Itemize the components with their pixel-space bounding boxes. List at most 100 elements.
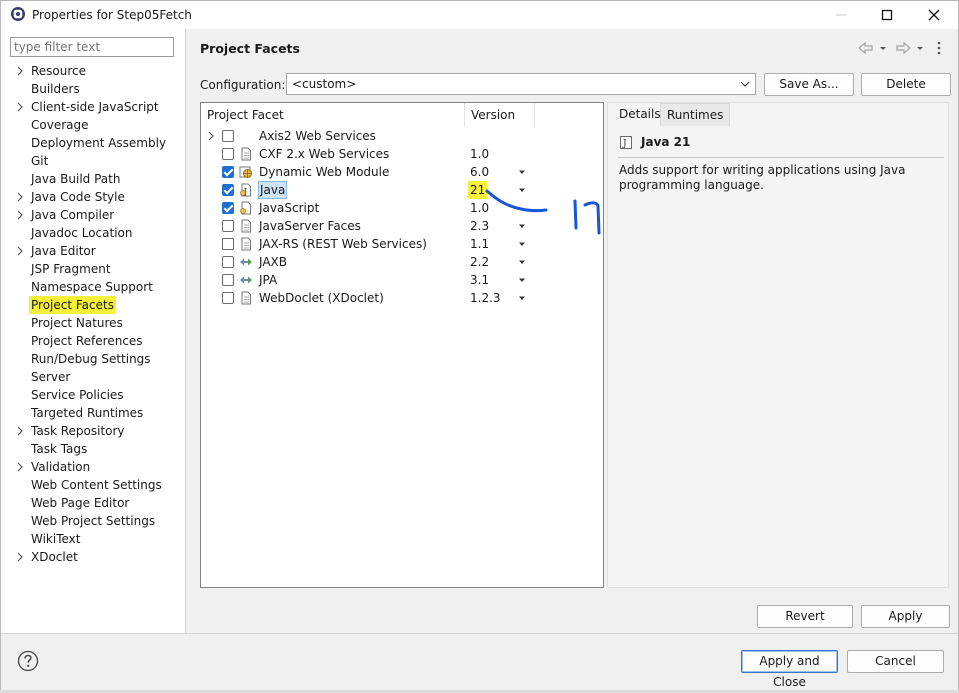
version-dropdown-icon[interactable] [518,235,526,253]
facet-row[interactable]: CXF 2.x Web Services 1.0 [201,145,603,163]
version-dropdown-icon[interactable] [518,217,526,235]
help-icon[interactable] [17,650,39,672]
tree-item[interactable]: Task Repository [1,422,185,440]
tree-item[interactable]: Project References [1,332,185,350]
tree-item[interactable]: Task Tags [1,440,185,458]
chevron-right-icon[interactable] [15,246,25,256]
tree-item-label: Java Compiler [31,208,115,222]
facet-row[interactable]: JAX-RS (REST Web Services) 1.1 [201,235,603,253]
tree-item[interactable]: Namespace Support [1,278,185,296]
facet-version[interactable]: 2.2 [470,253,489,271]
version-dropdown-icon[interactable] [518,181,526,199]
facet-version[interactable]: 3.1 [470,271,489,289]
tree-item[interactable]: Java Editor [1,242,185,260]
cancel-button[interactable]: Cancel [847,650,944,673]
facet-row[interactable]: JAXB 2.2 [201,253,603,271]
facet-version[interactable]: 6.0 [470,163,489,181]
version-dropdown-icon[interactable] [518,271,526,289]
filter-input[interactable] [10,37,174,57]
chevron-right-icon[interactable] [206,131,216,141]
tree-item[interactable]: Coverage [1,116,185,134]
facet-version[interactable]: 1.1 [470,235,489,253]
tree-item[interactable]: Project Natures [1,314,185,332]
tree-item[interactable]: Java Build Path [1,170,185,188]
tree-item[interactable]: Web Project Settings [1,512,185,530]
facet-checkbox[interactable] [222,166,234,178]
tree-item-label: Web Project Settings [31,514,156,528]
facet-checkbox[interactable] [222,202,234,214]
window-title: Properties for Step05Fetch [32,8,192,22]
facet-row[interactable]: JPA 3.1 [201,271,603,289]
tree-item[interactable]: WikiText [1,530,185,548]
tree-item[interactable]: Resource [1,62,185,80]
facet-row[interactable]: JavaServer Faces 2.3 [201,217,603,235]
tree-item[interactable]: Web Page Editor [1,494,185,512]
chevron-right-icon[interactable] [15,426,25,436]
view-menu-icon[interactable] [934,41,944,55]
tree-item[interactable]: Java Code Style [1,188,185,206]
minimize-button[interactable] [818,1,864,29]
chevron-right-icon[interactable] [15,462,25,472]
chevron-right-icon[interactable] [15,102,25,112]
tree-item[interactable]: Client-side JavaScript [1,98,185,116]
version-dropdown-icon[interactable] [518,253,526,271]
facet-row[interactable]: J Java 21 [201,181,603,199]
chevron-right-icon[interactable] [15,552,25,562]
facet-checkbox[interactable] [222,292,234,304]
back-arrow-icon[interactable] [857,41,875,55]
maximize-icon [881,9,893,21]
close-button[interactable] [911,1,957,29]
apply-button[interactable]: Apply [861,605,950,628]
version-dropdown-icon[interactable] [518,289,526,307]
facet-checkbox[interactable] [222,220,234,232]
facet-row[interactable]: Axis2 Web Services [201,127,603,145]
facet-version[interactable]: 1.2.3 [470,289,501,307]
facet-name: JAX-RS (REST Web Services) [259,237,427,251]
facet-row[interactable]: Dynamic Web Module 6.0 [201,163,603,181]
facet-row[interactable]: WebDoclet (XDoclet) 1.2.3 [201,289,603,307]
delete-button[interactable]: Delete [861,73,951,96]
facet-version[interactable]: 2.3 [470,217,489,235]
tree-item[interactable]: Targeted Runtimes [1,404,185,422]
chevron-right-icon[interactable] [15,192,25,202]
back-menu-icon[interactable] [878,41,888,55]
tree-item[interactable]: Java Compiler [1,206,185,224]
tree-item[interactable]: Javadoc Location [1,224,185,242]
column-header-project-facet[interactable]: Project Facet [201,103,465,127]
tree-item[interactable]: Server [1,368,185,386]
facet-checkbox[interactable] [222,274,234,286]
facet-checkbox[interactable] [222,256,234,268]
tree-item[interactable]: Project Facets [1,296,185,314]
version-dropdown-icon[interactable] [518,163,526,181]
tab-runtimes[interactable]: Runtimes [660,103,731,126]
tab-details[interactable]: Details [613,103,667,125]
facet-version[interactable]: 21 [468,181,488,199]
facet-name: JavaScript [259,201,320,215]
chevron-right-icon[interactable] [15,210,25,220]
facet-checkbox[interactable] [222,130,234,142]
facet-checkbox[interactable] [222,184,234,196]
tree-item[interactable]: Validation [1,458,185,476]
tree-item[interactable]: Deployment Assembly [1,134,185,152]
facet-name: WebDoclet (XDoclet) [259,291,384,305]
facet-checkbox[interactable] [222,148,234,160]
tree-item[interactable]: Git [1,152,185,170]
chevron-right-icon[interactable] [15,66,25,76]
facet-row[interactable]: JavaScript 1.0 [201,199,603,217]
save-as-button[interactable]: Save As... [764,73,854,96]
forward-menu-icon[interactable] [915,41,925,55]
tree-item[interactable]: JSP Fragment [1,260,185,278]
tree-item[interactable]: Service Policies [1,386,185,404]
tree-item[interactable]: Builders [1,80,185,98]
facet-checkbox[interactable] [222,238,234,250]
tree-item[interactable]: Web Content Settings [1,476,185,494]
revert-button[interactable]: Revert [757,605,853,628]
forward-arrow-icon[interactable] [894,41,912,55]
apply-and-close-button[interactable]: Apply and Close [741,650,838,689]
facet-version: 1.0 [470,147,490,161]
tree-item[interactable]: XDoclet [1,548,185,566]
configuration-combo[interactable]: <custom> [286,73,756,95]
tree-item[interactable]: Run/Debug Settings [1,350,185,368]
maximize-button[interactable] [864,1,910,29]
column-header-version[interactable]: Version [465,103,535,127]
